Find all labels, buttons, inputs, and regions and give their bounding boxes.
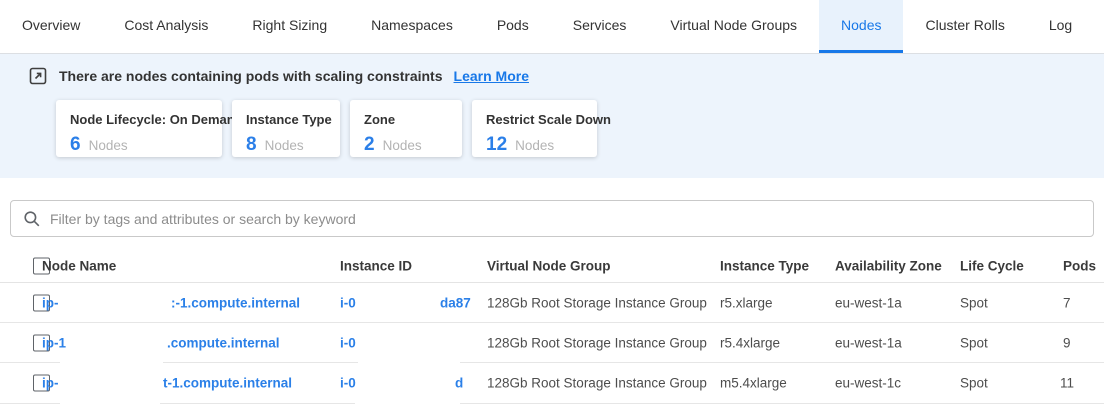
search-input[interactable] (50, 211, 1081, 227)
column-header-virtual-node-group: Virtual Node Group (487, 259, 611, 274)
column-header-availability-zone: Availability Zone (835, 259, 942, 274)
node-name-link[interactable]: ip- (42, 295, 59, 310)
tab-nodes[interactable]: Nodes (819, 0, 903, 53)
card-unit: Nodes (515, 138, 554, 153)
instance-id-link[interactable]: i-0 (340, 335, 356, 350)
tab-services[interactable]: Services (551, 0, 649, 53)
table-row: ip- :-1.compute.internal i-0 da87 128Gb … (0, 283, 1104, 323)
life-cycle-cell: Spot (960, 335, 988, 350)
filter-bar (10, 200, 1094, 237)
tab-namespaces[interactable]: Namespaces (349, 0, 475, 53)
card-count: 2 (364, 134, 375, 156)
card-instance-type[interactable]: Instance Type 8 Nodes (232, 100, 340, 157)
instance-id-link[interactable]: i-0 (340, 376, 356, 391)
table-header: Node Name Instance ID Virtual Node Group… (0, 250, 1104, 283)
redaction-box (60, 360, 163, 364)
table-row: ip-1 .compute.internal i-0 128Gb Root St… (0, 323, 1104, 363)
pods-cell: 11 (1060, 376, 1074, 391)
card-unit: Nodes (89, 138, 128, 153)
instance-id-link[interactable]: da87 (440, 295, 471, 310)
nodes-page: Overview Cost Analysis Right Sizing Name… (0, 0, 1104, 404)
instance-type-cell: r5.4xlarge (720, 335, 780, 350)
card-title: Zone (364, 112, 448, 127)
pods-cell: 9 (1063, 335, 1071, 350)
card-zone[interactable]: Zone 2 Nodes (350, 100, 462, 157)
availability-zone-cell: eu-west-1a (835, 335, 902, 350)
card-restrict-scale-down[interactable]: Restrict Scale Down 12 Nodes (472, 100, 597, 157)
node-name-link[interactable]: t-1.compute.internal (163, 376, 292, 391)
instance-type-cell: r5.xlarge (720, 295, 773, 310)
tab-bar: Overview Cost Analysis Right Sizing Name… (0, 0, 1104, 54)
life-cycle-cell: Spot (960, 376, 988, 391)
card-unit: Nodes (265, 138, 304, 153)
column-header-node-name: Node Name (42, 259, 116, 274)
card-title: Restrict Scale Down (486, 112, 583, 127)
tab-cost-analysis[interactable]: Cost Analysis (102, 0, 230, 53)
tab-right-sizing[interactable]: Right Sizing (230, 0, 349, 53)
card-title: Node Lifecycle: On Demand (70, 112, 208, 127)
tab-log[interactable]: Log (1027, 0, 1094, 53)
virtual-node-group-cell: 128Gb Root Storage Instance Group (487, 335, 707, 350)
node-name-link[interactable]: ip-1 (42, 335, 66, 350)
column-header-pods: Pods (1063, 259, 1096, 274)
card-title: Instance Type (246, 112, 326, 127)
node-name-link[interactable]: ip- (42, 376, 59, 391)
banner-message: There are nodes containing pods with sca… (59, 68, 443, 84)
column-header-life-cycle: Life Cycle (960, 259, 1024, 274)
card-count: 8 (246, 134, 257, 156)
card-node-lifecycle[interactable]: Node Lifecycle: On Demand 6 Nodes (56, 100, 222, 157)
node-name-link[interactable]: :-1.compute.internal (171, 295, 300, 310)
scaling-constraints-banner: There are nodes containing pods with sca… (0, 54, 1104, 178)
availability-zone-cell: eu-west-1c (835, 376, 901, 391)
constraint-cards: Node Lifecycle: On Demand 6 Nodes Instan… (56, 100, 1104, 157)
virtual-node-group-cell: 128Gb Root Storage Instance Group (487, 295, 707, 310)
pods-cell: 7 (1063, 295, 1071, 310)
redaction-box (358, 360, 460, 364)
table-row: ip- t-1.compute.internal i-0 d 128Gb Roo… (0, 363, 1104, 404)
availability-zone-cell: eu-west-1a (835, 295, 902, 310)
column-header-instance-type: Instance Type (720, 259, 809, 274)
instance-id-link[interactable]: i-0 (340, 295, 356, 310)
tab-virtual-node-groups[interactable]: Virtual Node Groups (648, 0, 819, 53)
search-icon (23, 210, 41, 228)
instance-id-link[interactable]: d (455, 376, 463, 391)
scaling-constraint-icon (28, 66, 48, 86)
instance-type-cell: m5.4xlarge (720, 376, 787, 391)
card-count: 12 (486, 134, 507, 156)
column-header-instance-id: Instance ID (340, 259, 412, 274)
life-cycle-cell: Spot (960, 295, 988, 310)
virtual-node-group-cell: 128Gb Root Storage Instance Group (487, 376, 707, 391)
node-name-link[interactable]: .compute.internal (167, 335, 280, 350)
card-unit: Nodes (383, 138, 422, 153)
tab-cluster-rolls[interactable]: Cluster Rolls (903, 0, 1026, 53)
banner-message-row: There are nodes containing pods with sca… (0, 54, 1104, 87)
card-count: 6 (70, 134, 81, 156)
tab-overview[interactable]: Overview (0, 0, 102, 53)
tab-pods[interactable]: Pods (475, 0, 551, 53)
learn-more-link[interactable]: Learn More (454, 68, 529, 84)
